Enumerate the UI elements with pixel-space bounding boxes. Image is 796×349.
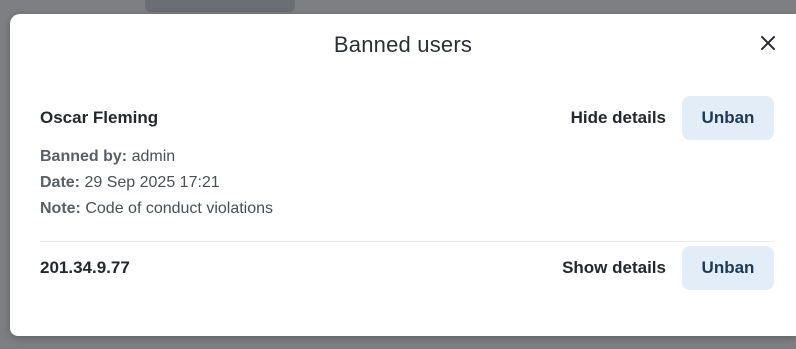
unban-button[interactable]: Unban xyxy=(682,96,774,140)
ban-date-value: 29 Sep 2025 17:21 xyxy=(84,174,220,191)
background-element xyxy=(145,0,295,12)
ban-entry: 201.34.9.77 Show details Unban xyxy=(40,242,774,302)
modal-title: Banned users xyxy=(333,32,473,57)
close-button[interactable] xyxy=(756,31,780,55)
ban-entry-header: Oscar Fleming Hide details Unban xyxy=(40,94,774,144)
close-icon xyxy=(761,36,775,50)
banned-by-label: Banned by: xyxy=(40,148,128,165)
background-footer xyxy=(0,336,796,349)
ban-note-line: Note: Code of conduct violations xyxy=(40,196,774,222)
banned-by-line: Banned by: admin xyxy=(40,144,774,170)
ban-note-value: Code of conduct violations xyxy=(85,200,274,217)
show-details-button[interactable]: Show details xyxy=(562,258,666,278)
banned-by-value: admin xyxy=(131,148,176,165)
ban-entry-header: 201.34.9.77 Show details Unban xyxy=(40,242,774,292)
ban-entry: Oscar Fleming Hide details Unban Banned … xyxy=(40,94,774,242)
ban-note-label: Note: xyxy=(40,200,81,217)
banned-users-list: Oscar Fleming Hide details Unban Banned … xyxy=(40,94,774,302)
ban-date-line: Date: 29 Sep 2025 17:21 xyxy=(40,170,774,196)
hide-details-button[interactable]: Hide details xyxy=(571,108,666,128)
banned-ip-address: 201.34.9.77 xyxy=(40,258,130,277)
banned-user-name: Oscar Fleming xyxy=(40,108,159,127)
ban-date-label: Date: xyxy=(40,174,81,191)
banned-users-modal: Banned users Oscar Fleming Hide details … xyxy=(10,14,796,336)
unban-button[interactable]: Unban xyxy=(682,246,774,290)
